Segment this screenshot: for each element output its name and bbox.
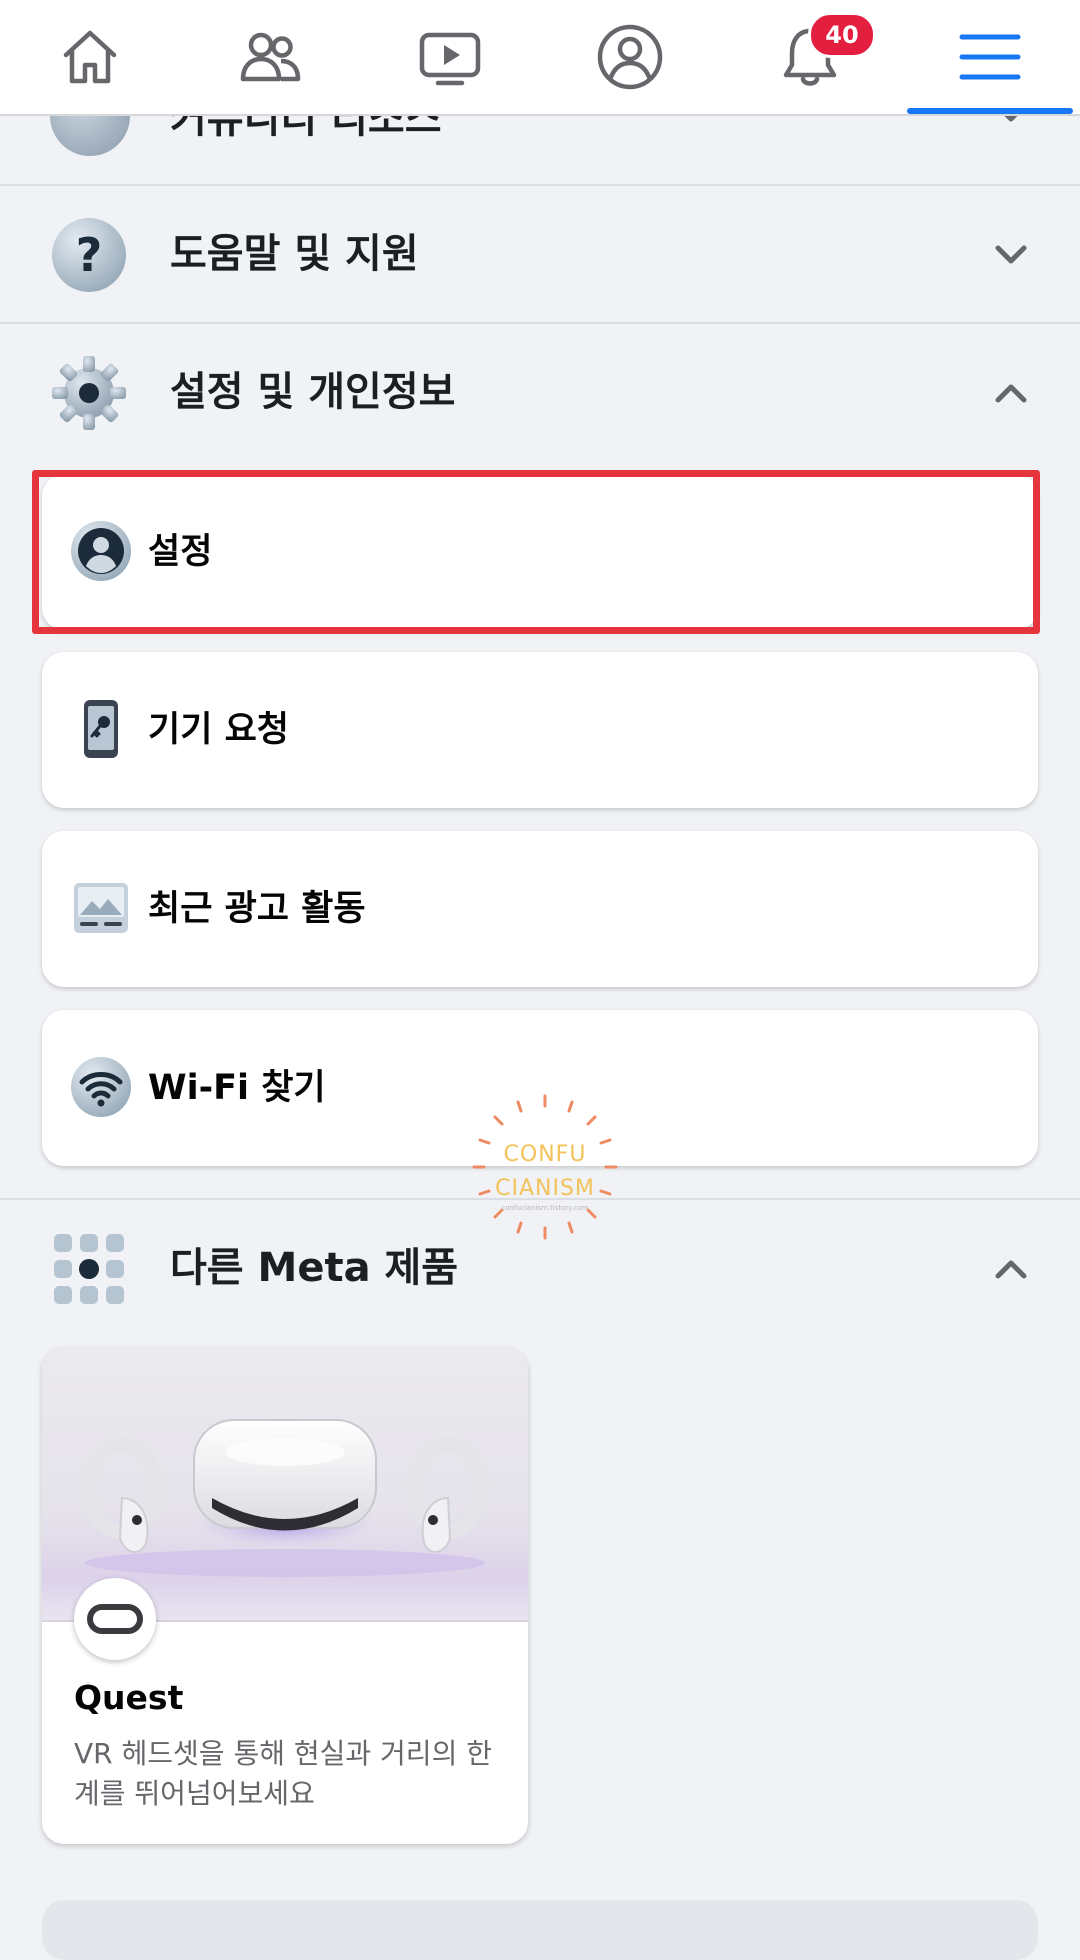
quest-icon <box>87 1604 143 1634</box>
watch-icon <box>419 32 481 86</box>
quest-product-card[interactable]: Quest VR 헤드셋을 통해 현실과 거리의 한계를 뛰어넘어보세요 <box>42 1348 528 1844</box>
help-support-section[interactable]: ? 도움말 및 지원 <box>0 186 1080 322</box>
recent-ad-activity-menu-item[interactable]: 최근 광고 활동 <box>42 831 1038 987</box>
menu-item-label: 기기 요청 <box>148 710 289 750</box>
chevron-down-icon[interactable] <box>990 234 1032 276</box>
nav-menu-tab[interactable] <box>900 0 1080 114</box>
ad-activity-icon <box>74 883 128 933</box>
nav-home-tab[interactable] <box>0 0 180 114</box>
apps-grid-icon <box>54 1234 124 1304</box>
quest-logo-badge <box>74 1578 156 1660</box>
gear-icon <box>52 356 126 430</box>
section-label: 설정 및 개인정보 <box>170 369 456 415</box>
menu-item-label: 최근 광고 활동 <box>148 889 366 929</box>
watermark-line1: CONFU <box>503 1142 587 1167</box>
menu-item-label: 설정 <box>148 532 213 572</box>
community-resources-section[interactable]: 커뮤니티 리소스 <box>0 114 1080 184</box>
friends-icon <box>240 32 301 82</box>
nav-watch-tab[interactable] <box>360 0 540 114</box>
menu-item-label: Wi-Fi 찾기 <box>148 1068 326 1108</box>
watermark-text: CONFU CIANISM <box>478 1138 612 1206</box>
settings-privacy-section[interactable]: 설정 및 개인정보 <box>0 324 1080 460</box>
menu-icon <box>959 34 1021 80</box>
phone-key-icon <box>84 700 118 758</box>
device-requests-menu-item[interactable]: 기기 요청 <box>42 652 1038 808</box>
nav-friends-tab[interactable] <box>180 0 360 114</box>
notification-count-badge: 40 <box>808 12 876 58</box>
product-title: Quest <box>74 1678 184 1717</box>
section-label: 도움말 및 지원 <box>170 231 419 277</box>
settings-menu-item[interactable]: 설정 <box>42 474 1038 630</box>
home-icon <box>63 30 117 84</box>
other-meta-products-section[interactable]: 다른 Meta 제품 <box>0 1200 1080 1336</box>
wifi-icon <box>71 1057 131 1117</box>
profile-settings-icon <box>71 521 131 581</box>
active-tab-indicator <box>907 108 1073 114</box>
section-label: 커뮤니티 리소스 <box>170 114 442 142</box>
svg-text:?: ? <box>76 228 103 282</box>
chevron-down-icon <box>1002 114 1020 122</box>
section-label: 다른 Meta 제품 <box>170 1245 459 1291</box>
next-card-stub <box>42 1900 1038 1960</box>
chevron-up-icon[interactable] <box>990 1248 1032 1290</box>
chevron-up-icon[interactable] <box>990 372 1032 414</box>
top-navigation-bar: 40 <box>0 0 1080 116</box>
handshake-icon <box>50 114 130 156</box>
profile-icon <box>597 24 663 90</box>
question-icon: ? <box>52 218 126 292</box>
product-description: VR 헤드셋을 통해 현실과 거리의 한계를 뛰어넘어보세요 <box>74 1737 492 1810</box>
nav-notifications-tab[interactable] <box>720 0 900 114</box>
nav-profile-tab[interactable] <box>540 0 720 114</box>
